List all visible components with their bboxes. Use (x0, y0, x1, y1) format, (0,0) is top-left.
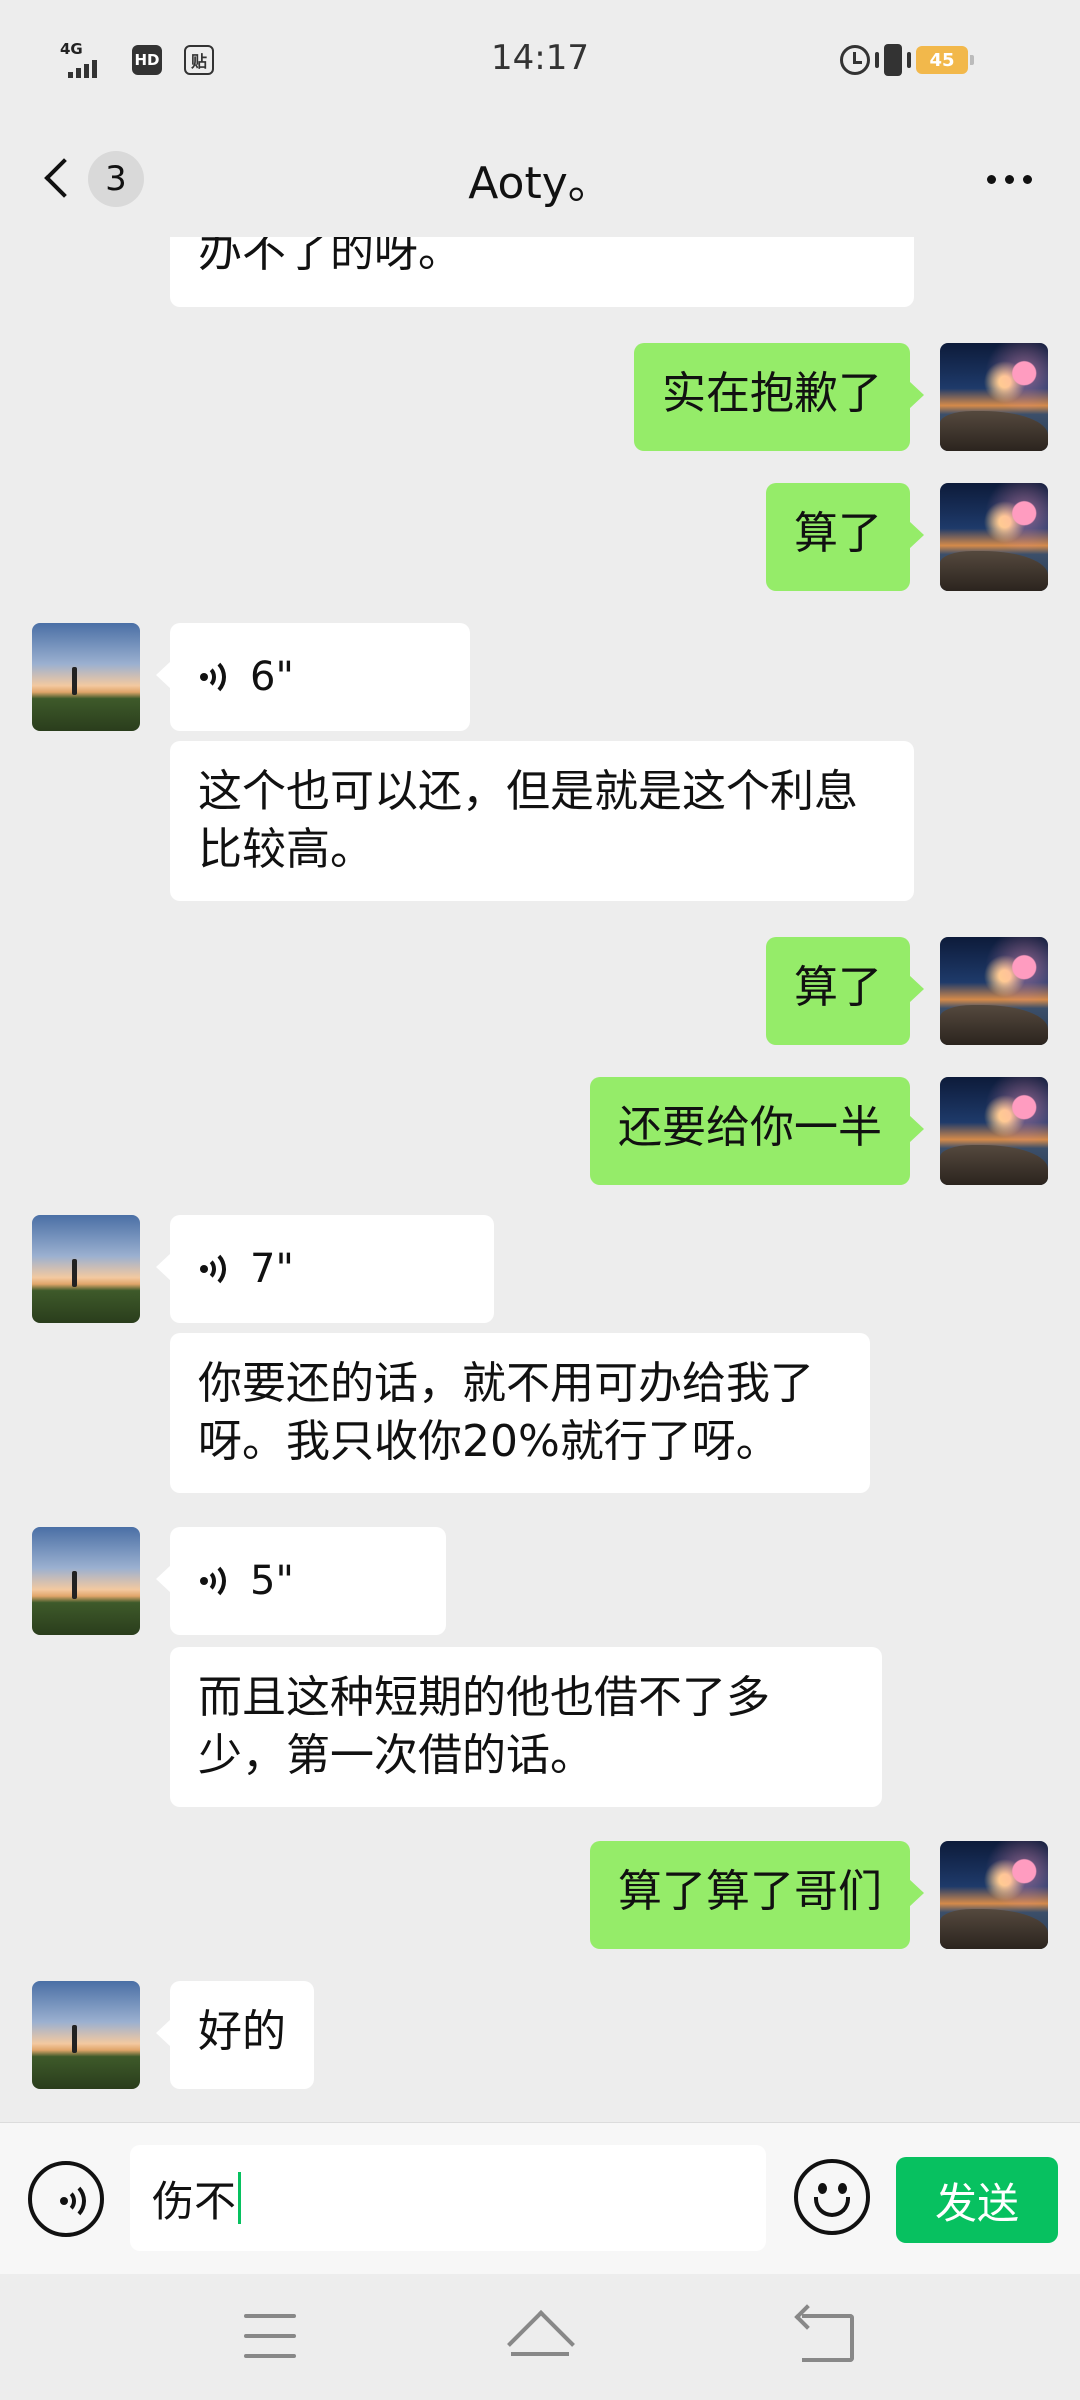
message-bubble-outgoing[interactable]: 算了 (766, 483, 924, 591)
message-bubble-incoming[interactable]: 这个也可以还，但是就是这个利息比较高。 (170, 741, 914, 901)
nav-menu-icon[interactable] (244, 2314, 296, 2358)
message-bubble-outgoing[interactable]: 实在抱歉了 (634, 343, 924, 451)
voice-message[interactable]: 7" (156, 1215, 494, 1323)
avatar-contact[interactable] (32, 1527, 140, 1635)
message-bubble-outgoing[interactable]: 还要给你一半 (590, 1077, 924, 1185)
nav-home-icon[interactable] (505, 2308, 575, 2362)
alarm-icon (840, 45, 870, 75)
message-bubble-outgoing[interactable]: 算了 (766, 937, 924, 1045)
voice-icon (198, 1249, 232, 1289)
system-nav-bar (0, 2274, 1080, 2400)
input-bar: 伤不 发送 (0, 2122, 1080, 2274)
voice-message[interactable]: 5" (156, 1527, 446, 1635)
text-caret (238, 2172, 242, 2224)
emoji-icon (818, 2183, 827, 2194)
emoji-button[interactable] (794, 2159, 870, 2235)
avatar-self[interactable] (940, 483, 1048, 591)
chat-title: Aoty。 (468, 158, 612, 209)
avatar-self[interactable] (940, 1077, 1048, 1185)
battery-icon: 45 (916, 46, 974, 74)
voice-duration: 6" (250, 654, 294, 700)
voice-icon (198, 657, 232, 697)
message-bubble-incoming[interactable]: 你要还的话，就不用可办给我了呀。我只收你20%就行了呀。 (170, 1333, 870, 1493)
message-input-value: 伤不 (152, 2176, 237, 2226)
message-bubble-incoming[interactable]: 好的 (156, 1981, 314, 2089)
message-bubble-outgoing[interactable]: 算了算了哥们 (590, 1841, 924, 1949)
message-list[interactable]: 办不了的呀。 实在抱歉了 算了 6" 这个也可以还，但是就是这个利息比较高。 算… (0, 237, 1080, 2122)
avatar-contact[interactable] (32, 1981, 140, 2089)
avatar-self[interactable] (940, 343, 1048, 451)
more-button[interactable] (974, 149, 1044, 209)
status-bar: 4G HD 贴 14:17 45 (0, 0, 1080, 125)
send-button[interactable]: 发送 (896, 2157, 1058, 2243)
voice-message[interactable]: 6" (156, 623, 470, 731)
nav-back-icon[interactable] (798, 2314, 854, 2362)
avatar-self[interactable] (940, 937, 1048, 1045)
voice-duration: 5" (250, 1558, 294, 1604)
vibrate-icon (875, 44, 911, 76)
voice-icon (58, 2181, 92, 2221)
voice-input-toggle[interactable] (28, 2161, 104, 2237)
more-icon (986, 174, 996, 184)
chat-header: 3 Aoty。 (0, 125, 1080, 237)
voice-duration: 7" (250, 1246, 294, 1292)
voice-icon (198, 1561, 232, 1601)
message-input[interactable]: 伤不 (130, 2145, 766, 2251)
message-bubble-incoming[interactable]: 办不了的呀。 (170, 237, 914, 307)
message-bubble-incoming[interactable]: 而且这种短期的他也借不了多少，第一次借的话。 (170, 1647, 882, 1807)
avatar-contact[interactable] (32, 1215, 140, 1323)
status-right: 45 (840, 44, 974, 76)
avatar-self[interactable] (940, 1841, 1048, 1949)
avatar-contact[interactable] (32, 623, 140, 731)
